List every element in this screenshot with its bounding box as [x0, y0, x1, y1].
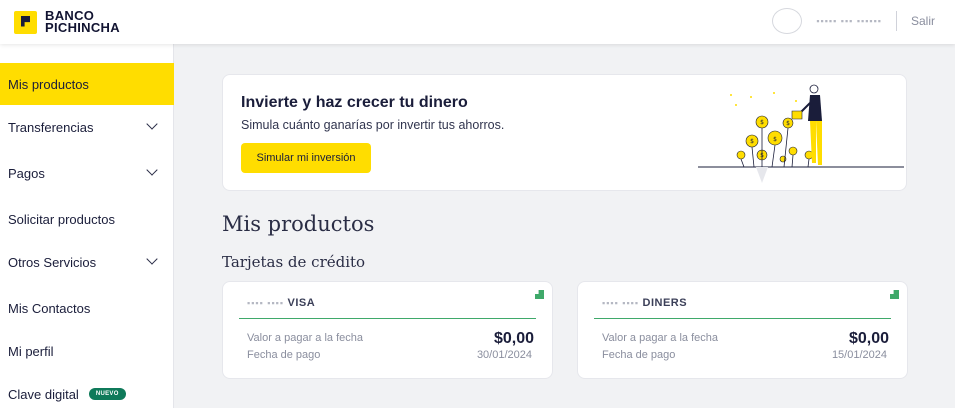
- user-info-redacted: ▪▪▪▪▪ ▪▪▪ ▪▪▪▪▪▪: [816, 16, 882, 26]
- chevron-down-icon[interactable]: [146, 253, 158, 265]
- card-number-redacted: ▪▪▪▪ ▪▪▪▪: [247, 298, 288, 308]
- sidebar-item-solicitar-productos[interactable]: Solicitar productos: [0, 198, 174, 240]
- sidebar-item-label: Otros Servicios: [8, 254, 97, 270]
- card-divider: [239, 318, 536, 319]
- logo-mark-icon: [14, 10, 37, 34]
- amount-label: Valor a pagar a la fecha: [247, 332, 363, 344]
- sidebar-item-label: Transferencias: [8, 119, 94, 135]
- sidebar-item-transferencias[interactable]: Transferencias: [0, 106, 174, 148]
- card-brand-name: VISA: [287, 297, 316, 309]
- svg-text:$: $: [786, 120, 790, 127]
- header-user-area: ▪▪▪▪▪ ▪▪▪ ▪▪▪▪▪▪ Salir: [772, 8, 935, 34]
- user-avatar-icon[interactable]: [772, 8, 803, 34]
- date-label: Fecha de pago: [247, 349, 321, 361]
- credit-cards-heading: Tarjetas de crédito: [222, 253, 366, 271]
- new-badge: NUEVO: [88, 388, 126, 400]
- chevron-down-icon[interactable]: [146, 164, 158, 176]
- amount-label: Valor a pagar a la fecha: [602, 332, 718, 344]
- logo-text-line2: PICHINCHA: [45, 20, 120, 35]
- bank-logo[interactable]: BANCO PICHINCHA: [14, 9, 120, 35]
- sidebar-item-pagos[interactable]: Pagos: [0, 152, 174, 194]
- svg-text:$: $: [750, 138, 754, 145]
- card-divider: [594, 318, 891, 319]
- sidebar-item-label: Pagos: [8, 165, 45, 181]
- amount-value: $0,00: [848, 330, 889, 347]
- payment-date: 15/01/2024: [831, 349, 887, 361]
- sidebar-item-label: Mis productos: [8, 76, 89, 92]
- top-header: BANCO PICHINCHA ▪▪▪▪▪ ▪▪▪ ▪▪▪▪▪▪ Salir: [0, 0, 955, 44]
- sidebar-item-mis-contactos[interactable]: Mis Contactos: [0, 287, 174, 329]
- corner-icon: [890, 290, 899, 299]
- chevron-down-icon[interactable]: [146, 118, 158, 130]
- sidebar-nav: Mis productos Transferencias Pagos Solic…: [0, 44, 174, 408]
- sidebar-item-label: Solicitar productos: [8, 211, 115, 227]
- date-label: Fecha de pago: [602, 349, 676, 361]
- card-brand-name: DINERS: [642, 297, 688, 309]
- sidebar-item-label: Mi perfil: [8, 343, 54, 359]
- promo-subtitle: Simula cuánto ganarías por invertir tus …: [241, 118, 505, 132]
- header-divider: [895, 11, 897, 31]
- sidebar-item-label: Mis Contactos: [8, 300, 91, 316]
- simulate-investment-button[interactable]: Simular mi inversión: [241, 143, 371, 173]
- sidebar-item-clave-digital[interactable]: Clave digital NUEVO: [0, 373, 174, 408]
- svg-text:$: $: [760, 152, 764, 159]
- page-title: Mis productos: [222, 212, 375, 236]
- amount-value: $0,00: [493, 330, 534, 347]
- credit-card-diners[interactable]: ▪▪▪▪ ▪▪▪▪ DINERS Valor a pagar a la fech…: [577, 281, 908, 379]
- investment-illustration: $ $ $ $ $: [698, 84, 904, 183]
- card-number-redacted: ▪▪▪▪ ▪▪▪▪: [602, 298, 643, 308]
- sidebar-item-mi-perfil[interactable]: Mi perfil: [0, 330, 174, 372]
- investment-promo-card: Invierte y haz crecer tu dinero Simula c…: [222, 74, 907, 191]
- credit-card-visa[interactable]: ▪▪▪▪ ▪▪▪▪ VISA Valor a pagar a la fecha …: [222, 281, 553, 379]
- payment-date: 30/01/2024: [476, 349, 532, 361]
- sidebar-item-mis-productos[interactable]: Mis productos: [0, 63, 174, 105]
- logout-link[interactable]: Salir: [911, 14, 935, 28]
- corner-icon: [535, 290, 544, 299]
- svg-text:$: $: [773, 136, 777, 143]
- svg-text:$: $: [760, 119, 764, 126]
- sidebar-item-otros-servicios[interactable]: Otros Servicios: [0, 241, 174, 283]
- promo-title: Invierte y haz crecer tu dinero: [241, 94, 468, 111]
- sidebar-item-label: Clave digital: [8, 386, 79, 402]
